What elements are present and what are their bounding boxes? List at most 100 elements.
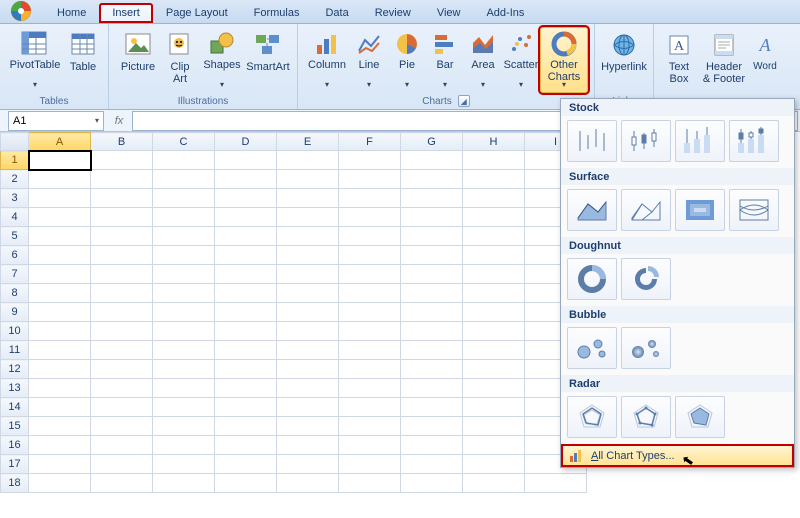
cell[interactable] <box>29 379 91 398</box>
cell[interactable] <box>463 227 525 246</box>
cell[interactable] <box>277 436 339 455</box>
row-header[interactable]: 17 <box>1 455 29 474</box>
select-all-corner[interactable] <box>1 133 29 151</box>
cell[interactable] <box>401 417 463 436</box>
cell[interactable] <box>277 227 339 246</box>
stock-chart-variant[interactable] <box>567 120 617 162</box>
cell[interactable] <box>215 246 277 265</box>
cell[interactable] <box>463 341 525 360</box>
cell[interactable] <box>29 322 91 341</box>
cell[interactable] <box>401 170 463 189</box>
cell[interactable] <box>339 341 401 360</box>
cell[interactable] <box>401 474 463 493</box>
row-header[interactable]: 10 <box>1 322 29 341</box>
cell[interactable] <box>153 455 215 474</box>
cell[interactable] <box>91 284 153 303</box>
cell[interactable] <box>153 170 215 189</box>
cell[interactable] <box>91 360 153 379</box>
cell[interactable] <box>463 436 525 455</box>
cell[interactable] <box>215 417 277 436</box>
scatter-chart-button[interactable]: Scatter ▾ <box>502 27 540 93</box>
cell[interactable] <box>463 379 525 398</box>
cell[interactable] <box>215 284 277 303</box>
cell[interactable] <box>215 227 277 246</box>
cell[interactable] <box>463 455 525 474</box>
cell[interactable] <box>463 189 525 208</box>
cell[interactable] <box>339 189 401 208</box>
cell[interactable] <box>401 189 463 208</box>
row-header[interactable]: 9 <box>1 303 29 322</box>
cell[interactable] <box>401 284 463 303</box>
cell[interactable] <box>91 151 153 170</box>
bar-chart-button[interactable]: Bar ▾ <box>426 27 464 93</box>
clipart-button[interactable]: Clip Art <box>161 27 199 93</box>
cell[interactable] <box>215 189 277 208</box>
table-button[interactable]: Table <box>64 27 102 93</box>
cell[interactable] <box>401 455 463 474</box>
cell[interactable] <box>29 265 91 284</box>
cell[interactable] <box>153 303 215 322</box>
cell[interactable] <box>153 474 215 493</box>
cell[interactable] <box>277 265 339 284</box>
cell[interactable] <box>277 417 339 436</box>
cell[interactable] <box>153 341 215 360</box>
surface-chart-variant[interactable] <box>729 189 779 231</box>
row-header[interactable]: 7 <box>1 265 29 284</box>
cell[interactable] <box>401 151 463 170</box>
tab-view[interactable]: View <box>424 3 474 23</box>
cell[interactable] <box>277 189 339 208</box>
tab-formulas[interactable]: Formulas <box>241 3 313 23</box>
cell[interactable] <box>91 265 153 284</box>
row-header[interactable]: 4 <box>1 208 29 227</box>
tab-add-ins[interactable]: Add-Ins <box>473 3 537 23</box>
office-button[interactable] <box>4 0 38 23</box>
cell[interactable] <box>339 474 401 493</box>
cell[interactable] <box>91 322 153 341</box>
cell[interactable] <box>463 398 525 417</box>
cell-grid[interactable]: A B C D E F G H I 1234567891011121314151… <box>0 132 587 493</box>
cell[interactable] <box>29 474 91 493</box>
cell[interactable] <box>339 360 401 379</box>
cell[interactable] <box>215 208 277 227</box>
cell[interactable] <box>277 379 339 398</box>
cell[interactable] <box>401 436 463 455</box>
cell[interactable] <box>29 303 91 322</box>
row-header[interactable]: 15 <box>1 417 29 436</box>
doughnut-chart-variant[interactable] <box>621 258 671 300</box>
area-chart-button[interactable]: Area ▾ <box>464 27 502 93</box>
cell[interactable] <box>153 379 215 398</box>
col-header[interactable]: E <box>277 133 339 151</box>
charts-dialog-launcher[interactable]: ◢ <box>458 95 470 107</box>
cell[interactable] <box>339 303 401 322</box>
row-header[interactable]: 5 <box>1 227 29 246</box>
cell[interactable] <box>29 151 91 170</box>
cell[interactable] <box>463 170 525 189</box>
col-header[interactable]: F <box>339 133 401 151</box>
cell[interactable] <box>463 474 525 493</box>
surface-chart-variant[interactable] <box>621 189 671 231</box>
textbox-button[interactable]: A Text Box <box>660 27 698 93</box>
cell[interactable] <box>153 151 215 170</box>
cell[interactable] <box>215 341 277 360</box>
cell[interactable] <box>29 170 91 189</box>
cell[interactable] <box>29 360 91 379</box>
cell[interactable] <box>91 208 153 227</box>
tab-page-layout[interactable]: Page Layout <box>153 3 241 23</box>
bubble-chart-variant[interactable] <box>621 327 671 369</box>
cell[interactable] <box>401 246 463 265</box>
cell[interactable] <box>91 455 153 474</box>
row-header[interactable]: 6 <box>1 246 29 265</box>
cell[interactable] <box>153 227 215 246</box>
row-header[interactable]: 16 <box>1 436 29 455</box>
row-header[interactable]: 8 <box>1 284 29 303</box>
picture-button[interactable]: Picture <box>115 27 161 93</box>
radar-chart-variant[interactable] <box>567 396 617 438</box>
cell[interactable] <box>463 208 525 227</box>
cell[interactable] <box>277 474 339 493</box>
cell[interactable] <box>339 246 401 265</box>
cell[interactable] <box>153 398 215 417</box>
cell[interactable] <box>153 208 215 227</box>
row-header[interactable]: 2 <box>1 170 29 189</box>
cell[interactable] <box>29 455 91 474</box>
cell[interactable] <box>401 398 463 417</box>
